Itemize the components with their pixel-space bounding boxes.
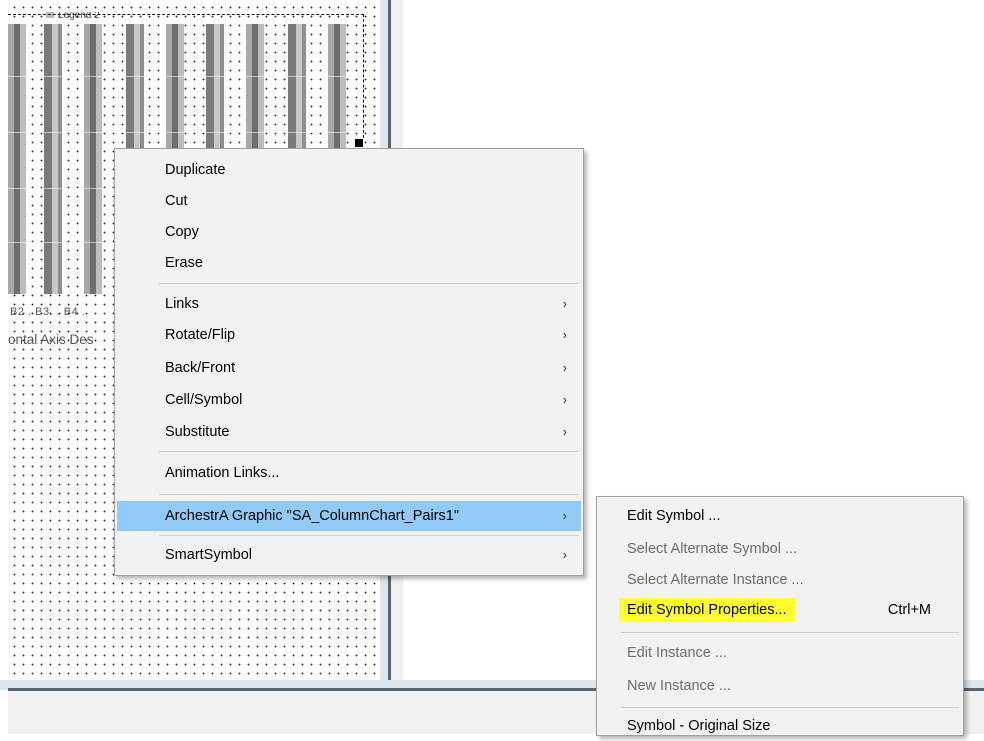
chevron-right-icon: ›	[562, 547, 567, 562]
menu-item-links[interactable]: Links ›	[117, 289, 581, 319]
menu-item-cut[interactable]: Cut	[117, 186, 581, 216]
menu-item-copy[interactable]: Copy	[117, 217, 581, 247]
chevron-right-icon: ›	[562, 327, 567, 342]
menu-item-label: Substitute	[165, 424, 230, 440]
menu-item-label: Copy	[165, 224, 199, 240]
archestra-graphic-submenu: Edit Symbol ... Select Alternate Symbol …	[596, 496, 964, 736]
chart-tick-labels: B2 . B3. . B4 .	[10, 306, 86, 318]
menu-item-rotate-flip[interactable]: Rotate/Flip ›	[117, 320, 581, 350]
menu-item-erase[interactable]: Erase	[117, 248, 581, 278]
submenu-separator	[621, 707, 959, 708]
submenu-item-edit-instance[interactable]: Edit Instance ...	[599, 638, 961, 668]
menu-item-label: Back/Front	[165, 360, 236, 376]
menu-separator	[159, 451, 579, 452]
shortcut-label: Ctrl+M	[887, 602, 931, 618]
menu-item-label: Duplicate	[165, 162, 226, 178]
menu-item-label: ArchestrA Graphic "SA_ColumnChart_Pairs1…	[165, 508, 459, 524]
context-menu: Duplicate Cut Copy Erase Links › Rotate/F…	[114, 148, 584, 576]
chevron-right-icon: ›	[562, 508, 567, 523]
submenu-item-new-instance[interactable]: New Instance ...	[599, 671, 961, 701]
menu-separator	[159, 494, 579, 495]
menu-item-back-front[interactable]: Back/Front ›	[117, 353, 581, 383]
menu-item-label: Links	[165, 296, 199, 312]
menu-item-cell-symbol[interactable]: Cell/Symbol ›	[117, 385, 581, 415]
menu-item-animation-links[interactable]: Animation Links...	[117, 458, 581, 488]
submenu-item-symbol-original-size[interactable]: Symbol - Original Size	[599, 711, 961, 741]
menu-item-substitute[interactable]: Substitute ›	[117, 417, 581, 447]
submenu-item-label: Select Alternate Instance ...	[627, 572, 804, 588]
menu-item-label: Cut	[165, 193, 188, 209]
submenu-item-label: Select Alternate Symbol ...	[627, 541, 798, 557]
menu-item-label: Rotate/Flip	[165, 327, 236, 343]
menu-separator	[159, 283, 579, 284]
menu-item-label: Animation Links...	[165, 465, 280, 481]
chevron-right-icon: ›	[562, 360, 567, 375]
chevron-right-icon: ›	[562, 424, 567, 439]
menu-item-label: Erase	[165, 255, 203, 271]
chevron-right-icon: ›	[562, 392, 567, 407]
menu-separator	[159, 535, 579, 536]
menu-item-archestra-graphic[interactable]: ArchestrA Graphic "SA_ColumnChart_Pairs1…	[117, 501, 581, 531]
submenu-item-select-alternate-instance[interactable]: Select Alternate Instance ...	[599, 565, 961, 595]
menu-item-duplicate[interactable]: Duplicate	[117, 155, 581, 185]
menu-item-label: Cell/Symbol	[165, 392, 243, 408]
submenu-item-edit-symbol-properties[interactable]: Edit Symbol Properties... Ctrl+M	[599, 595, 961, 625]
submenu-item-label: New Instance ...	[627, 678, 731, 694]
submenu-item-label: Symbol - Original Size	[627, 718, 771, 734]
chevron-right-icon: ›	[562, 296, 567, 311]
submenu-separator	[621, 632, 959, 633]
horizontal-axis-description: ontal Axis Des	[8, 332, 94, 347]
window-left-edge	[0, 0, 8, 734]
menu-item-label: SmartSymbol	[165, 547, 253, 563]
submenu-item-label: Edit Instance ...	[627, 645, 727, 661]
submenu-item-edit-symbol[interactable]: Edit Symbol ...	[599, 501, 961, 531]
menu-item-smartsymbol[interactable]: SmartSymbol ›	[117, 540, 581, 570]
submenu-item-select-alternate-symbol[interactable]: Select Alternate Symbol ...	[599, 534, 961, 564]
highlighted-label: Edit Symbol Properties...	[619, 598, 795, 622]
submenu-item-label: Edit Symbol ...	[627, 508, 721, 524]
resize-handle[interactable]	[354, 138, 364, 148]
